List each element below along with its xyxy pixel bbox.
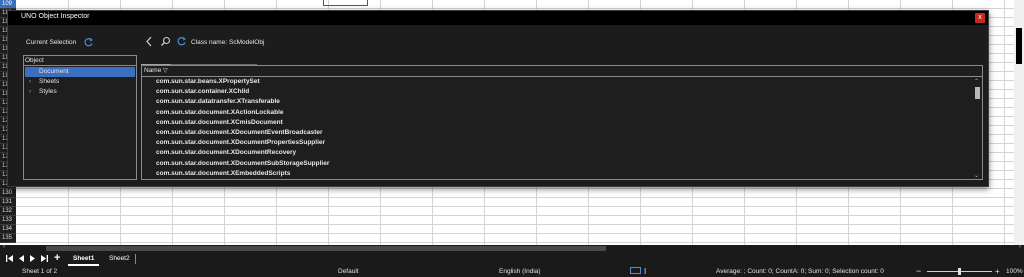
sort-descending-icon[interactable]: ▽ (163, 67, 168, 74)
horizontal-scrollbar[interactable]: ‹ › (0, 244, 1024, 252)
sheet-row[interactable] (16, 207, 1024, 216)
previous-sheet-icon[interactable] (18, 254, 25, 265)
sheet-tab-bar: + Sheet1 Sheet2 (0, 252, 1024, 266)
sheet-row[interactable] (16, 225, 1024, 234)
scroll-right-icon[interactable]: › (1019, 244, 1021, 250)
row-header[interactable]: 109 (0, 0, 16, 9)
zoom-slider-handle[interactable] (958, 268, 961, 275)
object-tree-header[interactable]: Object (24, 56, 136, 66)
dialog-titlebar[interactable]: UNO Object Inspector x (8, 11, 988, 25)
row-header[interactable]: 134 (0, 225, 16, 234)
first-sheet-icon[interactable] (6, 254, 14, 265)
status-bar: Sheet 1 of 2 Default English (India) I A… (0, 266, 1024, 277)
cell-cursor (323, 0, 368, 6)
uno-object-inspector-dialog: UNO Object Inspector x Current Selection… (7, 10, 989, 187)
class-name-value: ScModelObj (229, 39, 265, 46)
status-zoom[interactable]: 100% (1006, 266, 1023, 277)
column-gridline (1004, 0, 1005, 245)
status-language[interactable]: English (India) (499, 266, 541, 277)
zoom-out-icon[interactable]: − (916, 266, 921, 277)
row-header[interactable]: 131 (0, 198, 16, 207)
list-item[interactable]: com.sun.star.document.XEmbeddedScripts (156, 169, 290, 179)
zoom-in-icon[interactable]: + (995, 266, 1000, 277)
list-item[interactable]: com.sun.star.document.XActionLockable (156, 108, 284, 118)
list-item[interactable]: com.sun.star.beans.XPropertySet (156, 77, 260, 87)
tree-item-label: Styles (39, 88, 57, 95)
scroll-down-icon[interactable]: ⌄ (974, 172, 979, 179)
tree-item-document[interactable]: Document (25, 67, 135, 77)
list-item[interactable]: com.sun.star.document.XDocumentPropertie… (156, 138, 325, 148)
tree-item-label: Sheets (39, 78, 60, 85)
list-item[interactable]: com.sun.star.document.XDocumentSubStorag… (156, 159, 329, 169)
list-header[interactable]: Name ▽ (142, 66, 982, 77)
status-page-style[interactable]: Default (338, 266, 359, 277)
inspect-icon[interactable] (160, 36, 171, 49)
scroll-up-icon[interactable]: ⌃ (974, 78, 979, 85)
sheet-row[interactable] (16, 189, 1024, 198)
list-item[interactable]: com.sun.star.document.XDocumentEventBroa… (156, 128, 323, 138)
status-summary: Average: ; Count: 0; CountA: 0; Sum: 0; … (716, 268, 884, 275)
sheet-row[interactable] (16, 198, 1024, 207)
list-item[interactable]: com.sun.star.datatransfer.XTransferable (156, 97, 280, 107)
expand-icon[interactable]: › (29, 87, 31, 97)
class-name-label: Class name: (191, 39, 228, 46)
expand-icon[interactable]: › (29, 77, 31, 87)
vertical-scrollbar-thumb[interactable] (1016, 28, 1022, 64)
selection-mode-icon[interactable] (630, 267, 641, 274)
row-header[interactable]: 133 (0, 216, 16, 225)
close-button[interactable]: x (975, 13, 985, 23)
status-sheet-position: Sheet 1 of 2 (22, 268, 58, 275)
sheet-tab-sheet2[interactable]: Sheet2 (104, 254, 136, 264)
sheet-tab-sheet1[interactable]: Sheet1 (68, 254, 100, 266)
current-selection-refresh-icon[interactable] (83, 37, 94, 50)
row-header[interactable]: 130 (0, 189, 16, 198)
sheet-row[interactable] (16, 216, 1024, 225)
back-icon[interactable] (144, 36, 154, 49)
row-header[interactable]: 135 (0, 234, 16, 243)
tree-item-label: Document (39, 68, 69, 75)
interfaces-list[interactable]: Name ▽ com.sun.star.beans.XPropertySet co… (141, 65, 983, 180)
add-sheet-button[interactable]: + (54, 252, 60, 264)
list-item[interactable]: com.sun.star.document.XCmisDocument (156, 118, 283, 128)
list-header-label: Name (144, 67, 162, 74)
object-tree-header-label: Object (25, 57, 44, 64)
refresh-icon[interactable] (176, 36, 187, 49)
text-cursor-icon: I (644, 267, 647, 276)
sheet-row[interactable] (16, 234, 1024, 243)
next-sheet-icon[interactable] (29, 254, 36, 265)
row-header[interactable]: 132 (0, 207, 16, 216)
last-sheet-icon[interactable] (40, 254, 48, 265)
list-scrollbar[interactable]: ⌃ ⌄ (974, 78, 981, 179)
sheet-row[interactable] (16, 0, 1024, 9)
list-scrollbar-thumb[interactable] (975, 87, 980, 99)
tree-item-styles[interactable]: › Styles (25, 87, 135, 97)
dialog-title: UNO Object Inspector (21, 13, 90, 20)
scroll-left-icon[interactable]: ‹ (3, 244, 5, 250)
list-item[interactable]: com.sun.star.container.XChild (156, 87, 249, 97)
tree-item-sheets[interactable]: › Sheets (25, 77, 135, 87)
horizontal-scrollbar-thumb[interactable] (46, 246, 606, 251)
list-item[interactable]: com.sun.star.document.XDocumentRecovery (156, 148, 296, 158)
object-tree[interactable]: Object Document › Sheets › Styles (23, 55, 137, 180)
current-selection-label: Current Selection (26, 39, 77, 46)
